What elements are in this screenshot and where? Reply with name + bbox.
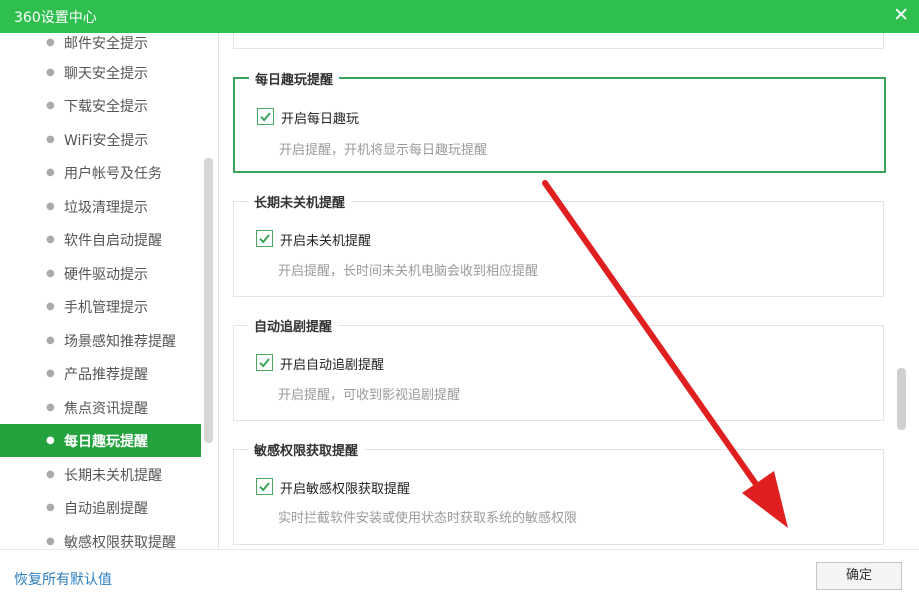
close-icon[interactable]: ✕ bbox=[893, 4, 909, 26]
restore-defaults-link[interactable]: 恢复所有默认值 bbox=[14, 569, 112, 589]
group-title: 每日趣玩提醒 bbox=[249, 69, 340, 88]
sidebar-item-label: 垃圾清理提示 bbox=[64, 200, 148, 216]
bullet-icon: ● bbox=[46, 435, 55, 446]
sidebar-item-scene-recommend[interactable]: ● 场景感知推荐提醒 bbox=[0, 324, 201, 357]
bullet-icon: ● bbox=[46, 201, 55, 212]
sidebar-item-label: 敏感权限获取提醒 bbox=[64, 535, 176, 549]
bullet-icon: ● bbox=[46, 134, 55, 145]
sidebar-item-label: 长期未关机提醒 bbox=[64, 468, 162, 484]
group-title: 敏感权限获取提醒 bbox=[248, 440, 365, 459]
sidebar-item-hardware-driver[interactable]: ● 硬件驱动提示 bbox=[0, 257, 201, 290]
sidebar-item-label: 用户帐号及任务 bbox=[64, 166, 162, 182]
sidebar-item-long-uptime[interactable]: ● 长期未关机提醒 bbox=[0, 458, 201, 491]
sidebar-item-wifi-safety[interactable]: ● WiFi安全提示 bbox=[0, 123, 201, 156]
window-title: 360设置中心 bbox=[14, 10, 97, 26]
bullet-icon: ● bbox=[46, 37, 55, 48]
check-icon bbox=[259, 358, 270, 368]
bullet-icon: ● bbox=[46, 335, 55, 346]
group-description: 开启提醒，可收到影视追剧提醒 bbox=[278, 388, 461, 403]
bullet-icon: ● bbox=[46, 301, 55, 312]
group-long-uptime: 长期未关机提醒 开启未关机提醒 开启提醒，长时间未关机电脑会收到相应提醒 bbox=[233, 192, 884, 297]
checkbox-auto-drama[interactable] bbox=[256, 354, 273, 371]
bullet-icon: ● bbox=[46, 268, 55, 279]
group-description: 实时拦截软件安装或使用状态时获取系统的敏感权限 bbox=[278, 511, 578, 526]
title-bar: 360设置中心 ✕ bbox=[0, 0, 919, 33]
bullet-icon: ● bbox=[46, 234, 55, 245]
sidebar-item-product-recommend[interactable]: ● 产品推荐提醒 bbox=[0, 357, 201, 390]
checkbox-label: 开启自动追剧提醒 bbox=[280, 358, 385, 373]
bullet-icon: ● bbox=[46, 502, 55, 513]
group-daily-fun: 每日趣玩提醒 开启每日趣玩 开启提醒，开机将显示每日趣玩提醒 bbox=[233, 69, 886, 173]
ok-button[interactable]: 确定 bbox=[816, 562, 902, 590]
sidebar-item-junk-cleanup[interactable]: ● 垃圾清理提示 bbox=[0, 190, 201, 223]
bullet-icon: ● bbox=[46, 402, 55, 413]
sidebar-item-phone-management[interactable]: ● 手机管理提示 bbox=[0, 290, 201, 323]
group-description: 开启提醒，长时间未关机电脑会收到相应提醒 bbox=[278, 264, 539, 279]
sidebar-item-sensitive-permission[interactable]: ● 敏感权限获取提醒 bbox=[0, 525, 201, 549]
sidebar-item-label: 硬件驱动提示 bbox=[64, 267, 148, 283]
sidebar-item-label: WiFi安全提示 bbox=[64, 133, 149, 149]
sidebar-item-auto-drama[interactable]: ● 自动追剧提醒 bbox=[0, 491, 201, 524]
check-icon bbox=[259, 482, 270, 492]
group-sensitive-permission: 敏感权限获取提醒 开启敏感权限获取提醒 实时拦截软件安装或使用状态时获取系统的敏… bbox=[233, 440, 884, 545]
sidebar-item-download-safety[interactable]: ● 下载安全提示 bbox=[0, 89, 201, 122]
sidebar-item-label: 手机管理提示 bbox=[64, 300, 148, 316]
sidebar-item-label: 自动追剧提醒 bbox=[64, 501, 148, 517]
settings-content: 每日趣玩提醒 开启每日趣玩 开启提醒，开机将显示每日趣玩提醒 长期未关机提醒 开… bbox=[219, 33, 919, 549]
sidebar-item-label: 邮件安全提示 bbox=[64, 36, 148, 52]
footer-bar: 恢复所有默认值 确定 bbox=[0, 549, 919, 593]
bullet-icon: ● bbox=[46, 368, 55, 379]
checkbox-label: 开启敏感权限获取提醒 bbox=[280, 482, 411, 497]
sidebar-item-label: 产品推荐提醒 bbox=[64, 367, 148, 383]
check-icon bbox=[259, 234, 270, 244]
checkbox-label: 开启未关机提醒 bbox=[280, 234, 372, 249]
content-scrollbar[interactable] bbox=[897, 368, 906, 430]
checkbox-daily-fun[interactable] bbox=[257, 108, 274, 125]
sidebar-item-label: 下载安全提示 bbox=[64, 99, 148, 115]
checkbox-sensitive-permission[interactable] bbox=[256, 478, 273, 495]
sidebar-item-label: 场景感知推荐提醒 bbox=[64, 334, 176, 350]
group-title: 自动追剧提醒 bbox=[248, 316, 339, 335]
previous-group-partial bbox=[233, 33, 884, 49]
checkbox-label: 开启每日趣玩 bbox=[281, 112, 360, 127]
sidebar-nav: ● 邮件安全提示 ● 聊天安全提示 ● 下载安全提示 ● WiFi安全提示 ● 用户帐号及… bbox=[0, 33, 219, 549]
sidebar-item-startup-software[interactable]: ● 软件自启动提醒 bbox=[0, 223, 201, 256]
bullet-icon: ● bbox=[46, 167, 55, 178]
sidebar-item-label: 焦点资讯提醒 bbox=[64, 401, 148, 417]
bullet-icon: ● bbox=[46, 100, 55, 111]
bullet-icon: ● bbox=[46, 536, 55, 547]
bullet-icon: ● bbox=[46, 469, 55, 480]
bullet-icon: ● bbox=[46, 67, 55, 78]
checkbox-long-uptime[interactable] bbox=[256, 230, 273, 247]
sidebar-scrollbar[interactable] bbox=[204, 158, 213, 443]
group-auto-drama: 自动追剧提醒 开启自动追剧提醒 开启提醒，可收到影视追剧提醒 bbox=[233, 316, 884, 421]
sidebar-item-focus-news[interactable]: ● 焦点资讯提醒 bbox=[0, 391, 201, 424]
sidebar-item-label: 软件自启动提醒 bbox=[64, 233, 162, 249]
sidebar-item-label: 每日趣玩提醒 bbox=[64, 434, 148, 450]
check-icon bbox=[260, 112, 271, 122]
sidebar-item-label: 聊天安全提示 bbox=[64, 66, 148, 82]
group-description: 开启提醒，开机将显示每日趣玩提醒 bbox=[279, 143, 488, 158]
sidebar-item-daily-fun[interactable]: ● 每日趣玩提醒 bbox=[0, 424, 201, 457]
sidebar-item-account-tasks[interactable]: ● 用户帐号及任务 bbox=[0, 156, 201, 189]
group-title: 长期未关机提醒 bbox=[248, 192, 352, 211]
sidebar-item-chat-safety[interactable]: ● 聊天安全提示 bbox=[0, 56, 201, 89]
